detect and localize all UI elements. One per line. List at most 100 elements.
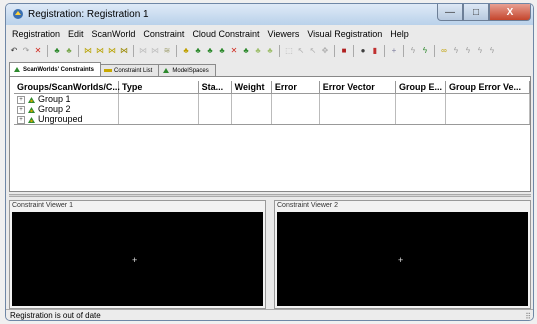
registration-window: Registration: Registration 1 — □ X Regis… — [5, 3, 534, 321]
chain-icon-3[interactable]: ϟ — [463, 46, 473, 56]
add-icon[interactable]: + — [389, 46, 399, 56]
chain-icon-1[interactable]: ∞ — [439, 46, 449, 56]
constraint-viewer-2-title: Constraint Viewer 2 — [277, 202, 338, 209]
cloud-icon-2[interactable]: ⋈ — [150, 46, 160, 56]
scanworld-add-icon[interactable]: ♣ — [52, 46, 62, 56]
register-icon-7[interactable]: ♣ — [265, 46, 275, 56]
register-icon-4[interactable]: ♣ — [217, 46, 227, 56]
link-icon-1[interactable]: ϟ — [408, 46, 418, 56]
empty-cell — [231, 93, 272, 104]
group-icon — [28, 116, 35, 123]
empty-cell — [231, 104, 272, 114]
resize-grip-icon[interactable]: ⠿ — [525, 312, 531, 320]
menu-bar: Registration Edit ScanWorld Constraint Cloud… — [8, 27, 413, 41]
menu-constraint[interactable]: Constraint — [139, 27, 188, 41]
table-header-row: Groups/ScanWorlds/C... Type Sta... Weight Er… — [14, 81, 530, 94]
column-header[interactable]: Type — [118, 81, 199, 94]
constraint-icon-2[interactable]: ⋈ — [95, 46, 105, 56]
column-header[interactable]: Weight — [231, 81, 272, 94]
empty-cell — [118, 104, 199, 114]
menu-cloud-constraint[interactable]: Cloud Constraint — [188, 27, 263, 41]
toolbar-separator — [403, 45, 404, 57]
tab-constraint-list[interactable]: Constraint List — [100, 64, 160, 76]
empty-cell — [231, 114, 272, 125]
expand-icon[interactable]: + — [17, 115, 25, 124]
toolbar: ↶ ↷ ✕ ♣ ♣ ⋈ ⋈ ⋈ ⋈ ⋈ ⋈ ≋ ♣ ♣ ♣ ♣ ✕ ♣ ♣ ♣ ⬚ ↖ ↖ ✥ ■ ● ▮ + ϟ ϟ ∞ ϟ ϟ ϟ ϟ — [9, 43, 531, 59]
empty-cell — [271, 104, 320, 114]
constraint-viewer-1-canvas[interactable]: + — [12, 212, 263, 306]
empty-cell — [395, 93, 447, 104]
register-icon-6[interactable]: ♣ — [253, 46, 263, 56]
cloud-icon-1[interactable]: ⋈ — [138, 46, 148, 56]
minimize-button[interactable]: — — [437, 4, 463, 21]
redo-icon[interactable]: ↷ — [21, 46, 31, 56]
menu-scanworld[interactable]: ScanWorld — [88, 27, 140, 41]
constraint-list-tab-icon — [104, 69, 112, 72]
empty-cell — [319, 93, 397, 104]
table-row[interactable]: + Group 1 — [14, 93, 530, 104]
empty-cell — [271, 114, 320, 125]
empty-cell — [198, 114, 232, 125]
maximize-button[interactable]: □ — [463, 4, 489, 21]
group-cell: + Group 2 — [14, 104, 119, 114]
chain-icon-2[interactable]: ϟ — [451, 46, 461, 56]
expand-icon[interactable]: + — [17, 95, 25, 104]
group-icon — [28, 106, 35, 113]
modelspaces-tab-icon — [163, 68, 170, 73]
group-label: Ungrouped — [38, 114, 83, 124]
tab-scanworlds-constraints[interactable]: ScanWorlds' Constraints — [9, 62, 101, 76]
scanworld-remove-icon[interactable]: ♣ — [64, 46, 74, 56]
register-icon-1[interactable]: ♣ — [181, 46, 191, 56]
menu-help[interactable]: Help — [386, 27, 413, 41]
undo-icon[interactable]: ↶ — [9, 46, 19, 56]
menu-viewers[interactable]: Viewers — [263, 27, 303, 41]
empty-cell — [395, 104, 447, 114]
select-icon-1[interactable]: ⬚ — [284, 46, 294, 56]
tab-modelspaces[interactable]: ModelSpaces — [158, 64, 216, 76]
cloud-icon-3[interactable]: ≋ — [162, 46, 172, 56]
toolbar-separator — [334, 45, 335, 57]
constraint-viewer-2: Constraint Viewer 2 + — [274, 200, 531, 309]
expand-icon[interactable]: + — [17, 105, 25, 114]
title-bar[interactable]: Registration: Registration 1 — □ X — [6, 4, 533, 25]
empty-cell — [445, 104, 530, 114]
remove-constraint-icon[interactable]: ✕ — [229, 46, 239, 56]
register-icon-5[interactable]: ♣ — [241, 46, 251, 56]
close-button[interactable]: X — [489, 4, 531, 21]
menu-visual-registration[interactable]: Visual Registration — [303, 27, 386, 41]
window-title: Registration: Registration 1 — [28, 9, 149, 20]
column-header[interactable]: Error — [271, 81, 320, 94]
constraint-viewer-2-canvas[interactable]: + — [277, 212, 528, 306]
scanworld-constraints-tab-icon — [14, 67, 20, 72]
column-header[interactable]: Groups/ScanWorlds/C... — [14, 81, 120, 94]
target-icon[interactable]: ● — [358, 46, 368, 56]
constraint-viewer-1-title: Constraint Viewer 1 — [12, 202, 73, 209]
flag-icon[interactable]: ▮ — [370, 46, 380, 56]
menu-edit[interactable]: Edit — [64, 27, 88, 41]
constraint-icon-3[interactable]: ⋈ — [107, 46, 117, 56]
move-icon[interactable]: ✥ — [320, 46, 330, 56]
constraint-icon-1[interactable]: ⋈ — [83, 46, 93, 56]
group-label: Group 1 — [38, 94, 71, 104]
select-icon-2[interactable]: ↖ — [296, 46, 306, 56]
register-icon-3[interactable]: ♣ — [205, 46, 215, 56]
table-row[interactable]: + Ungrouped — [14, 114, 530, 125]
toolbar-separator — [434, 45, 435, 57]
menu-registration[interactable]: Registration — [8, 27, 64, 41]
column-header[interactable]: Error Vector — [319, 81, 397, 94]
link-icon-2[interactable]: ϟ — [420, 46, 430, 56]
chain-icon-5[interactable]: ϟ — [487, 46, 497, 56]
column-header[interactable]: Group E... — [395, 81, 447, 94]
lock-icon[interactable]: ■ — [339, 46, 349, 56]
constraint-icon-4[interactable]: ⋈ — [119, 46, 129, 56]
column-header[interactable]: Group Error Ve... — [445, 81, 530, 94]
delete-icon[interactable]: ✕ — [33, 46, 43, 56]
empty-cell — [395, 114, 447, 125]
register-icon-2[interactable]: ♣ — [193, 46, 203, 56]
table-row[interactable]: + Group 2 — [14, 104, 530, 114]
column-header[interactable]: Sta... — [198, 81, 232, 94]
chain-icon-4[interactable]: ϟ — [475, 46, 485, 56]
empty-cell — [198, 104, 232, 114]
splitter[interactable] — [9, 194, 531, 197]
select-icon-3[interactable]: ↖ — [308, 46, 318, 56]
